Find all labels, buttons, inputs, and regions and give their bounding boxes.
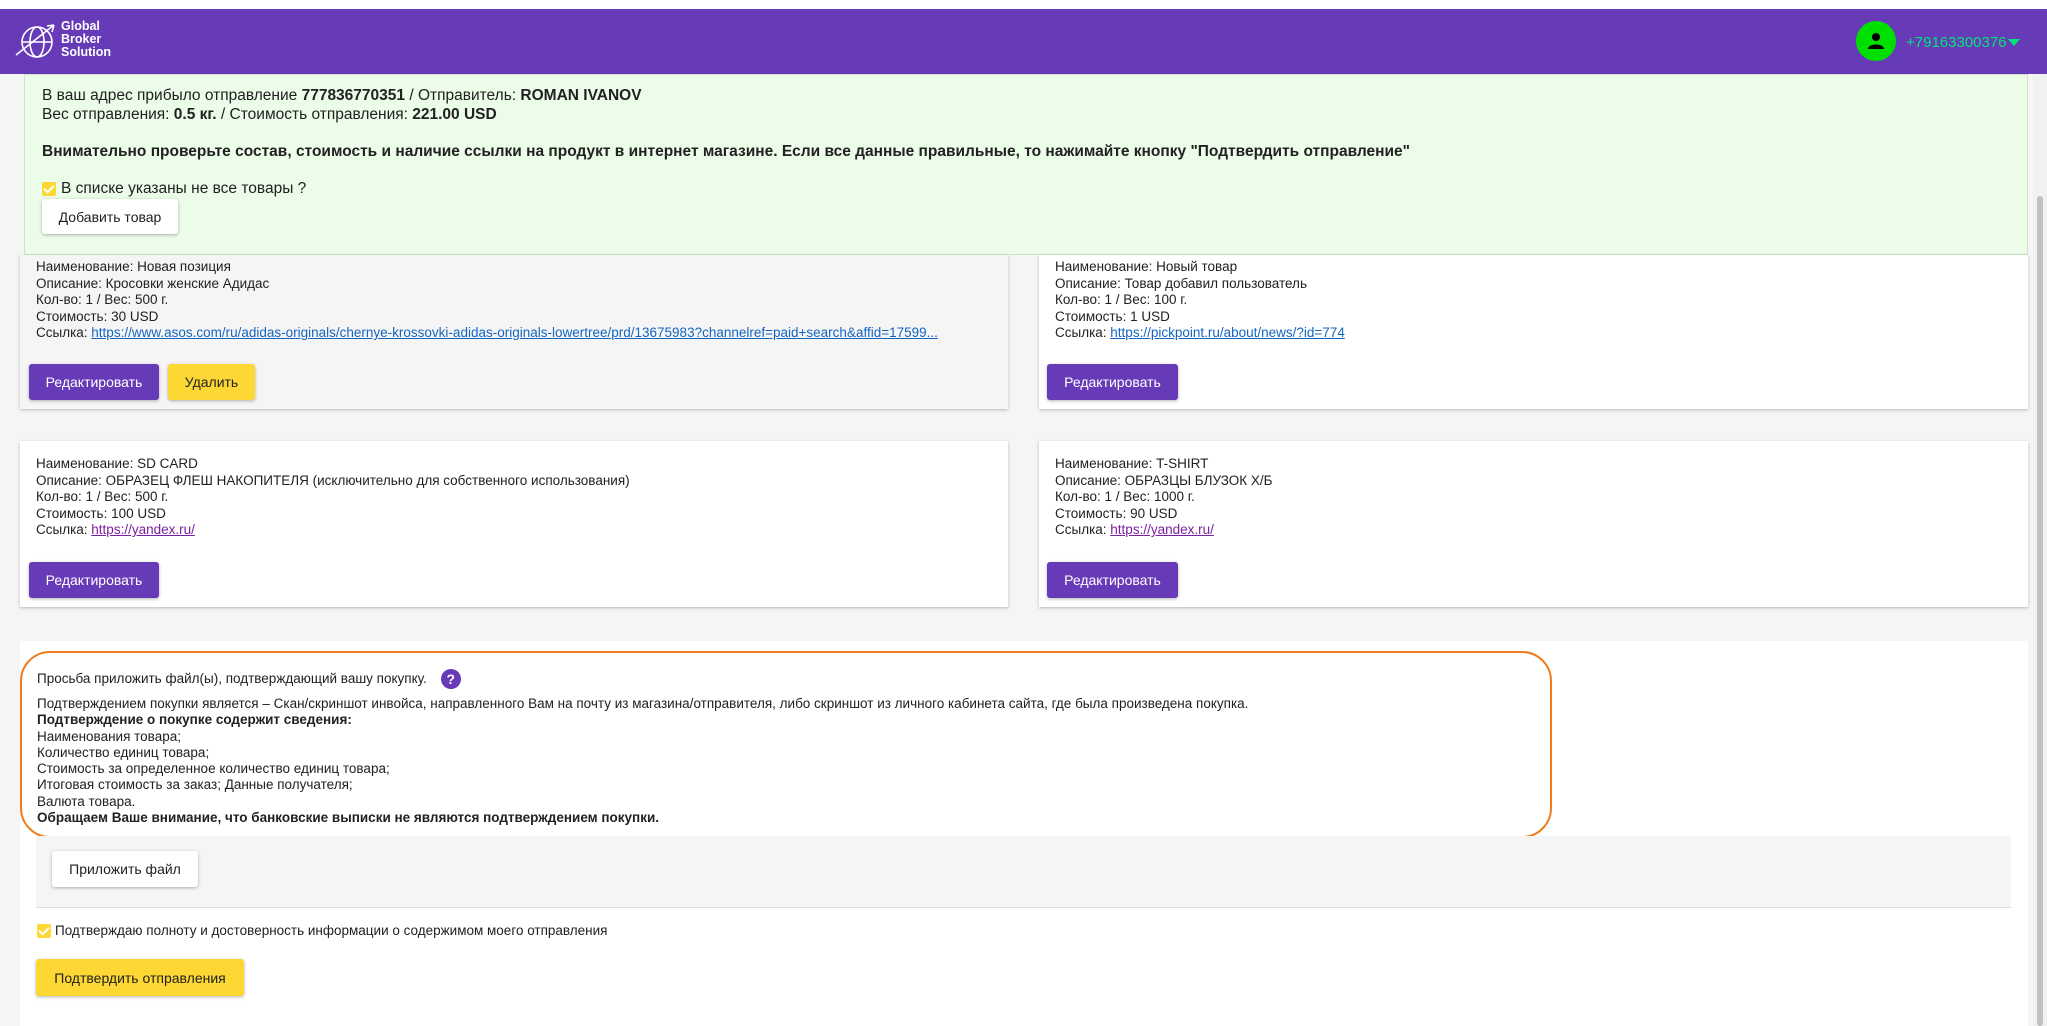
item-link-row: Ссылка: https://pickpoint.ru/about/news/… xyxy=(1055,325,2012,342)
shipment-cost: 221.00 USD xyxy=(412,106,497,123)
shipment-arrival-line: В ваш адрес прибыло отправление 77783677… xyxy=(42,87,642,105)
item-link-label: Ссылка: xyxy=(36,325,92,340)
bank-statement-note: Обращаем Ваше внимание, что банковские в… xyxy=(37,810,660,826)
proof-requirement: Стоимость за определенное количество еди… xyxy=(37,761,390,777)
weight-prefix: Вес отправления: xyxy=(42,106,174,123)
browser-top-strip xyxy=(0,0,2047,9)
item-cost: Стоимость: 90 USD xyxy=(1055,505,1178,521)
globe-logo-icon[interactable] xyxy=(14,19,58,65)
item-link[interactable]: https://www.asos.com/ru/adidas-originals… xyxy=(91,325,938,340)
item-cost: Стоимость: 30 USD xyxy=(36,308,159,324)
item-link[interactable]: https://yandex.ru/ xyxy=(1110,522,1214,537)
sender-name: ROMAN IVANOV xyxy=(520,87,642,104)
item-name: Наименование: Новый товар xyxy=(1055,259,1238,274)
item-link-row: Ссылка: https://www.asos.com/ru/adidas-o… xyxy=(36,325,992,342)
item-description: Описание: ОБРАЗЦЫ БЛУЗОК Х/Б xyxy=(1055,472,1273,488)
user-phone[interactable]: +79163300376 xyxy=(1906,34,2007,51)
file-upload-area: Приложить файл xyxy=(36,836,2011,908)
attach-heading: Просьба приложить файл(ы), подтверждающи… xyxy=(37,670,427,686)
brand-line-3: Solution xyxy=(61,45,111,59)
item-card: Наименование: Новая позиция Описание: Кр… xyxy=(20,255,1008,409)
item-card: Наименование: Новый товар Описание: Това… xyxy=(1039,255,2028,409)
tracking-number: 777836770351 xyxy=(301,87,406,104)
item-quantity-weight: Кол-во: 1 / Вес: 100 г. xyxy=(1055,292,1188,307)
sender-prefix: / Отправитель: xyxy=(405,87,521,104)
scrollbar-thumb[interactable] xyxy=(2037,196,2043,1026)
help-icon[interactable]: ? xyxy=(440,669,461,689)
item-link-label: Ссылка: xyxy=(1055,522,1111,537)
item-info: Наименование: Новый товар Описание: Това… xyxy=(1055,259,2012,342)
item-name: Наименование: SD CARD xyxy=(36,456,198,471)
item-name: Наименование: Новая позиция xyxy=(36,259,231,274)
incomplete-list-row: В списке указаны не все товары ? xyxy=(42,180,306,198)
confirm-info-row: Подтверждаю полноту и достоверность инфо… xyxy=(37,923,607,938)
shipment-notice: В ваш адрес прибыло отправление 77783677… xyxy=(24,74,2028,255)
item-link-label: Ссылка: xyxy=(1055,325,1111,340)
item-quantity-weight: Кол-во: 1 / Вес: 500 г. xyxy=(36,489,169,504)
shipment-weight: 0.5 кг. xyxy=(173,106,217,123)
item-card: Наименование: T-SHIRT Описание: ОБРАЗЦЫ … xyxy=(1039,441,2028,607)
item-link-row: Ссылка: https://yandex.ru/ xyxy=(1055,522,2012,539)
user-menu-caret-icon[interactable] xyxy=(2008,39,2020,46)
verification-warning: Внимательно проверьте состав, стоимость … xyxy=(42,143,1411,160)
brand-name[interactable]: Global Broker Solution xyxy=(61,20,111,59)
proof-requirement: Валюта товара. xyxy=(37,793,136,809)
item-link[interactable]: https://pickpoint.ru/about/news/?id=774 xyxy=(1110,325,1345,340)
arrival-prefix: В ваш адрес прибыло отправление xyxy=(42,87,302,104)
item-name: Наименование: T-SHIRT xyxy=(1055,456,1209,471)
item-info: Наименование: T-SHIRT Описание: ОБРАЗЦЫ … xyxy=(1055,456,2012,539)
edit-item-button[interactable]: Редактировать xyxy=(29,562,159,598)
item-info: Наименование: SD CARD Описание: ОБРАЗЕЦ … xyxy=(36,456,992,539)
item-card: Наименование: SD CARD Описание: ОБРАЗЕЦ … xyxy=(20,441,1008,607)
shipment-weight-line: Вес отправления: 0.5 кг. / Стоимость отп… xyxy=(42,106,497,124)
proof-requirement: Наименования товара; xyxy=(37,728,181,744)
cost-prefix: / Стоимость отправления: xyxy=(216,106,413,123)
item-link-label: Ссылка: xyxy=(36,522,92,537)
confirm-shipment-button[interactable]: Подтвердить отправления xyxy=(36,959,244,996)
edit-item-button[interactable]: Редактировать xyxy=(1047,562,1178,598)
confirm-info-label: Подтверждаю полноту и достоверность инфо… xyxy=(55,923,608,938)
item-description: Описание: Кросовки женские Адидас xyxy=(36,275,270,291)
item-link-row: Ссылка: https://yandex.ru/ xyxy=(36,522,992,539)
edit-item-button[interactable]: Редактировать xyxy=(1047,364,1178,400)
item-quantity-weight: Кол-во: 1 / Вес: 500 г. xyxy=(36,292,169,307)
attach-heading-row: Просьба приложить файл(ы), подтверждающи… xyxy=(37,669,461,689)
item-info: Наименование: Новая позиция Описание: Кр… xyxy=(36,259,992,342)
item-cost: Стоимость: 100 USD xyxy=(36,505,166,521)
incomplete-list-checkbox[interactable] xyxy=(42,182,56,196)
item-description: Описание: ОБРАЗЕЦ ФЛЕШ НАКОПИТЕЛЯ (исклю… xyxy=(36,472,630,488)
item-description: Описание: Товар добавил пользователь xyxy=(1055,275,1307,291)
proof-requirements: Подтверждением покупки является – Скан/с… xyxy=(37,696,1248,826)
proof-intro: Подтверждением покупки является – Скан/с… xyxy=(37,696,1249,711)
confirm-info-checkbox[interactable] xyxy=(37,923,51,938)
incomplete-list-label: В списке указаны не все товары ? xyxy=(61,180,307,197)
delete-item-button[interactable]: Удалить xyxy=(168,364,255,400)
edit-item-button[interactable]: Редактировать xyxy=(29,364,159,400)
item-cost: Стоимость: 1 USD xyxy=(1055,308,1170,324)
purchase-proof-section: Просьба приложить файл(ы), подтверждающи… xyxy=(20,641,2028,1026)
proof-requirement: Количество единиц товара; xyxy=(37,744,210,760)
proof-requirement: Итоговая стоимость за заказ; Данные полу… xyxy=(37,777,353,793)
proof-contains-title: Подтверждение о покупке содержит сведени… xyxy=(37,712,352,728)
add-item-button[interactable]: Добавить товар xyxy=(42,199,178,234)
app-header: Global Broker Solution +79163300376 xyxy=(0,9,2047,74)
item-quantity-weight: Кол-во: 1 / Вес: 1000 г. xyxy=(1055,489,1195,504)
purchase-proof-hint: Просьба приложить файл(ы), подтверждающи… xyxy=(20,651,1552,838)
attach-file-button[interactable]: Приложить файл xyxy=(52,851,198,887)
item-link[interactable]: https://yandex.ru/ xyxy=(91,522,195,537)
user-avatar-icon[interactable] xyxy=(1856,21,1896,61)
